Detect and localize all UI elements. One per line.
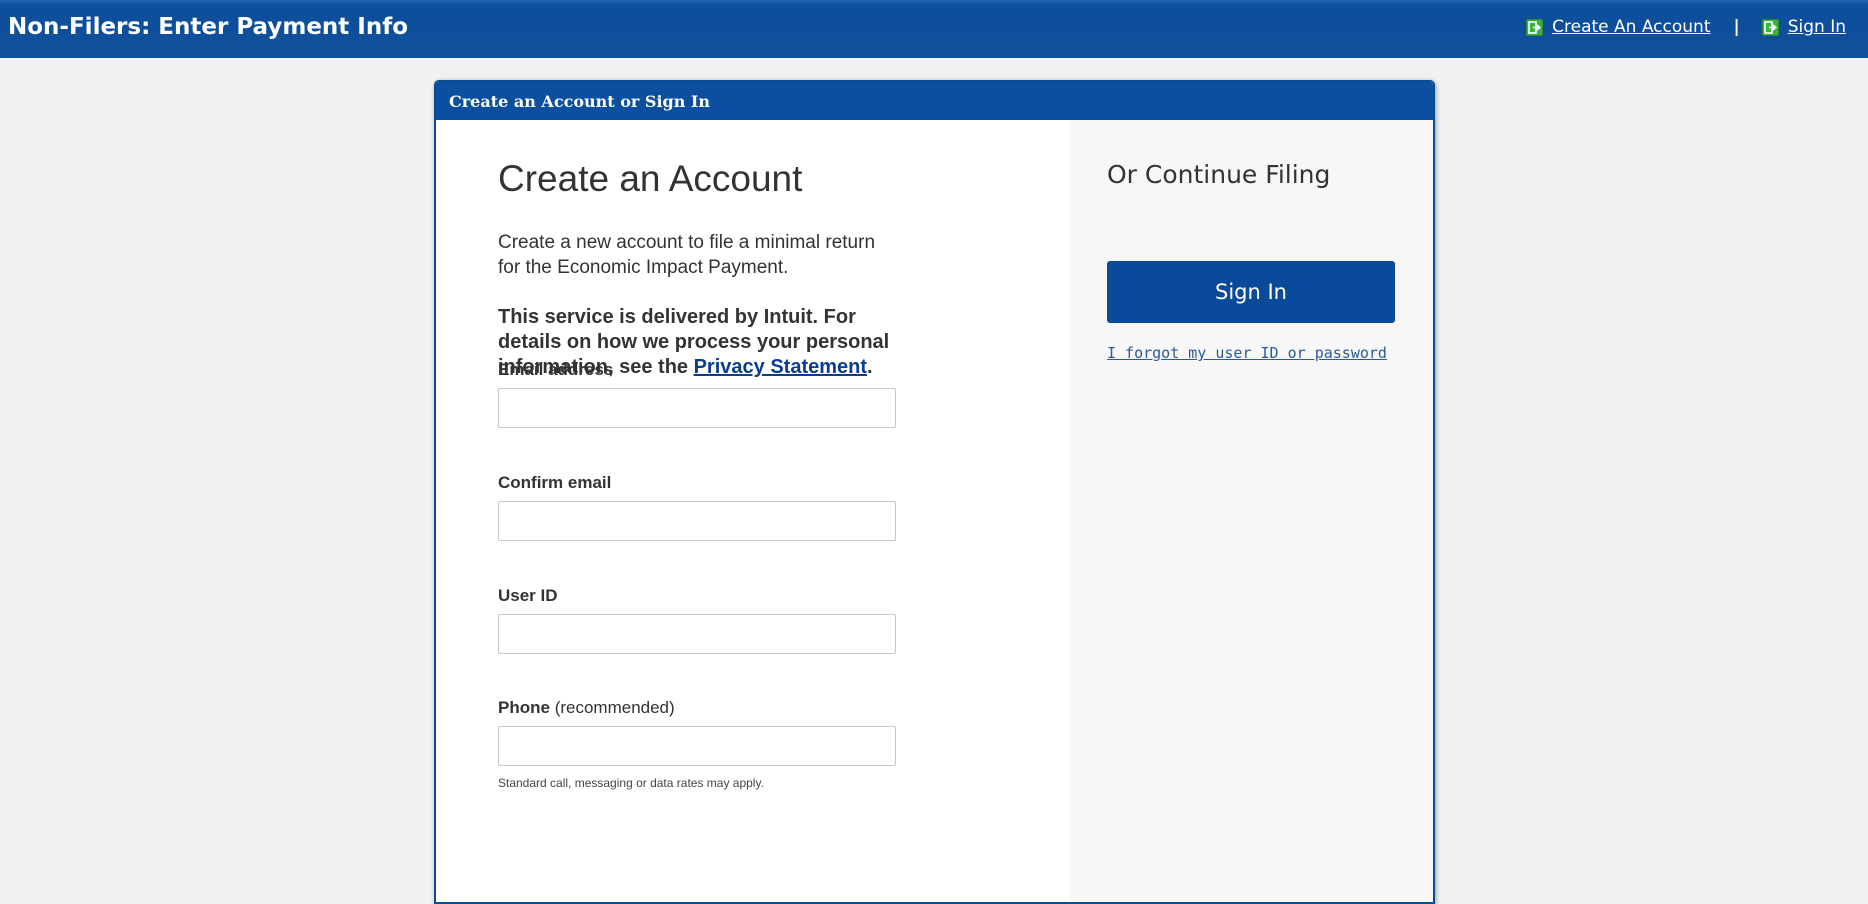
create-account-header-link[interactable]: Create An Account <box>1552 17 1710 37</box>
continue-filing-panel: Or Continue Filing Sign In I forgot my u… <box>1070 120 1433 902</box>
forgot-credentials-link[interactable]: I forgot my user ID or password <box>1107 344 1387 362</box>
top-header-bar: Non-Filers: Enter Payment Info Create An… <box>0 0 1868 58</box>
card-header-title: Create an Account or Sign In <box>436 82 1433 120</box>
user-id-label: User ID <box>498 586 558 605</box>
phone-label-text: Phone <box>498 698 550 717</box>
create-account-header-link-group: Create An Account <box>1526 17 1711 37</box>
phone-label-optional: (recommended) <box>554 698 675 717</box>
exit-icon <box>1761 18 1779 36</box>
phone-field[interactable] <box>498 726 896 766</box>
header-link-separator: | <box>1733 17 1740 37</box>
card-body: Create an Account Create a new account t… <box>436 120 1433 902</box>
email-field[interactable] <box>498 388 896 428</box>
create-account-heading: Create an Account <box>498 158 803 199</box>
sign-in-header-link-group: Sign In <box>1761 17 1846 37</box>
confirm-email-field[interactable] <box>498 501 896 541</box>
confirm-email-label: Confirm email <box>498 473 612 492</box>
continue-filing-heading: Or Continue Filing <box>1107 160 1331 189</box>
sign-in-button[interactable]: Sign In <box>1107 261 1395 323</box>
phone-rates-note: Standard call, messaging or data rates m… <box>498 776 764 790</box>
phone-label: Phone (recommended) <box>498 698 675 718</box>
privacy-statement-link[interactable]: Privacy Statement <box>694 356 867 378</box>
create-account-intro: Create a new account to file a minimal r… <box>498 232 876 278</box>
account-card: Create an Account or Sign In Create an A… <box>434 80 1435 904</box>
page-title: Non-Filers: Enter Payment Info <box>8 14 409 40</box>
user-id-field[interactable] <box>498 614 896 654</box>
exit-icon <box>1526 18 1544 36</box>
create-account-panel: Create an Account Create a new account t… <box>436 120 1070 902</box>
header-links: Create An Account | Sign In <box>1526 17 1846 37</box>
sign-in-header-link[interactable]: Sign In <box>1788 17 1846 37</box>
intuit-notice-end: . <box>867 356 873 378</box>
email-label: Email address <box>498 360 614 379</box>
